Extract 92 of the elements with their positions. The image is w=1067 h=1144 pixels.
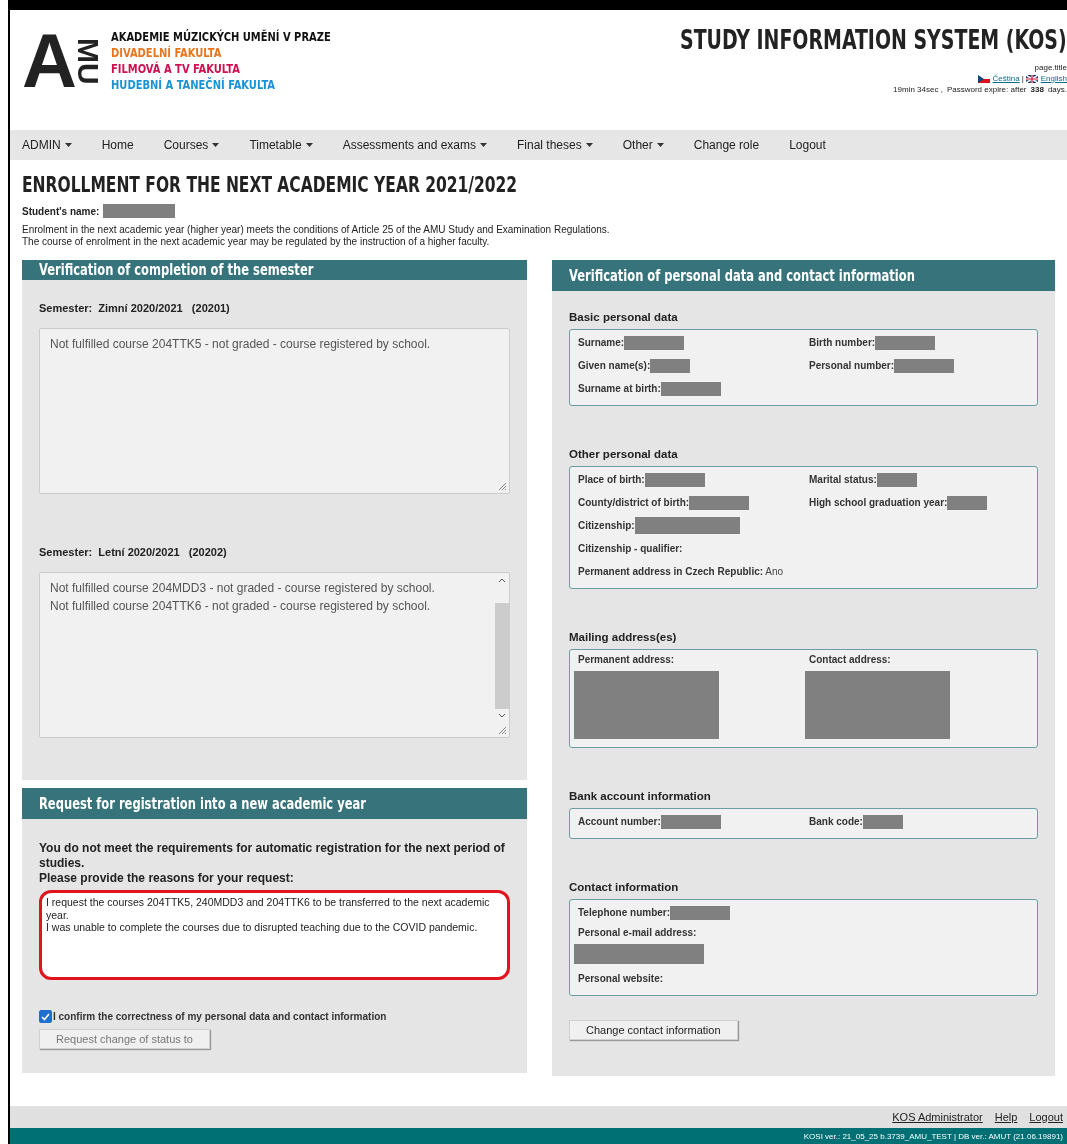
redaction-bar xyxy=(644,472,705,487)
resize-grip-icon[interactable] xyxy=(498,482,507,491)
change-contact-button[interactable]: Change contact information xyxy=(569,1020,738,1040)
redaction-bar xyxy=(894,358,955,373)
nav-item[interactable]: Timetable xyxy=(249,138,328,152)
redaction-bar xyxy=(947,495,988,510)
nav-item[interactable]: ADMIN xyxy=(22,138,87,152)
redaction-bar xyxy=(660,814,721,829)
page-heading: ENROLLMENT FOR THE NEXT ACADEMIC YEAR 2021/2022 xyxy=(22,172,519,198)
logo-letter: A xyxy=(22,29,73,93)
field-label: Place of birth: xyxy=(578,474,645,485)
field-label: Personal website: xyxy=(578,973,664,984)
field-label: Marital status: xyxy=(809,474,877,485)
field-label: Account number: xyxy=(578,816,661,827)
semester-label: Semester: Zimní 2020/2021 (20201) xyxy=(39,302,231,314)
caret-icon xyxy=(212,143,220,147)
caret-icon xyxy=(305,143,313,147)
info-text: The course of enrolment in the next academic year may be regulated by the instruction of a higher faculty. xyxy=(22,236,491,248)
logo-text: AKADEMIE MÚZICKÝCH UMĚNÍ V PRAZE xyxy=(110,29,331,45)
caret-icon xyxy=(585,143,593,147)
nav-item[interactable]: Other xyxy=(622,138,679,152)
system-title: STUDY INFORMATION SYSTEM (KOS) xyxy=(680,24,1067,56)
field-label: County/district of birth: xyxy=(578,497,690,508)
field-label: Birth number: xyxy=(809,337,876,348)
logo-text: DIVADELNÍ FAKULTA xyxy=(110,45,223,61)
semester-label: Semester: Letní 2020/2021 (20202) xyxy=(39,546,228,558)
field-label: Surname at birth: xyxy=(578,383,661,394)
field-label: Citizenship - qualifier: xyxy=(578,543,683,554)
redaction-bar xyxy=(624,335,685,350)
section-title: Mailing address(es) xyxy=(569,631,678,643)
panel-title: Verification of completion of the semester xyxy=(39,260,314,280)
caret-icon xyxy=(656,143,664,147)
separator: | xyxy=(1021,73,1024,84)
field-label: Given name(s): xyxy=(578,360,651,371)
language-link[interactable]: Čeština xyxy=(977,74,1020,83)
section-title: Bank account information xyxy=(569,790,712,802)
caret-icon xyxy=(480,143,487,147)
redaction-bar xyxy=(650,358,691,373)
logo-text: HUDEBNÍ A TANEČNÍ FAKULTA xyxy=(110,77,276,93)
field-label: Citizenship: xyxy=(578,520,635,531)
field-label: Bank code: xyxy=(809,816,863,827)
field-label: Surname: xyxy=(578,337,625,348)
nav-item[interactable]: Logout xyxy=(789,138,841,152)
field-label: Contact address: xyxy=(809,654,891,665)
redaction-bar xyxy=(689,495,750,510)
footer-link[interactable]: Help xyxy=(994,1111,1018,1123)
section-title: Contact information xyxy=(569,881,680,893)
message-text: Not fulfilled course 204TTK6 - not graded - course registered by school. xyxy=(50,599,432,613)
checkbox[interactable] xyxy=(39,1010,52,1023)
redaction-bar xyxy=(862,814,903,829)
field-label: Telephone number: xyxy=(578,907,671,918)
nav-item[interactable]: Final theses xyxy=(517,138,608,152)
redaction-bar xyxy=(670,905,731,920)
caret-icon xyxy=(64,143,72,147)
field-label: Permanent address: xyxy=(578,654,675,665)
footer-link[interactable]: Logout xyxy=(1029,1111,1063,1123)
redaction-bar xyxy=(660,381,721,396)
checkbox-label: I confirm the correctness of my personal data and contact information xyxy=(53,1011,387,1022)
logo-text: FILMOVÁ A TV FAKULTA xyxy=(110,61,241,77)
password-expiry: Password expire: after xyxy=(946,84,1027,95)
field-value: Ano xyxy=(764,566,784,577)
page-title-key: page.title xyxy=(1034,62,1067,73)
section-title: Other personal data xyxy=(569,448,679,460)
nav-item[interactable]: Home xyxy=(101,138,149,152)
redaction-bar xyxy=(875,335,936,350)
field-label: High school graduation year: xyxy=(809,497,948,508)
flag-icon xyxy=(1025,74,1038,83)
flag-icon xyxy=(977,74,990,83)
nav-item[interactable]: Courses xyxy=(163,138,235,152)
warning-text: You do not meet the requirements for automatic registration for the next period of studies. xyxy=(39,841,506,871)
nav-item[interactable]: Assessments and exams xyxy=(342,138,502,152)
nav-item[interactable]: Change role xyxy=(693,138,775,152)
section-title: Basic personal data xyxy=(569,311,679,323)
language-link[interactable]: English xyxy=(1025,74,1067,83)
field-label: Permanent address in Czech Republic: xyxy=(578,566,764,577)
session-timer: 19min 34sec , xyxy=(893,84,943,95)
field-label: Personal number: xyxy=(809,360,895,371)
panel-title: Request for registration into a new academic year xyxy=(39,793,366,814)
footer-link[interactable]: KOS Administrator xyxy=(892,1111,983,1123)
prompt-text: Please provide the reasons for your request: xyxy=(39,871,295,886)
field-label: Student's name: xyxy=(22,205,100,217)
days-count: 338 xyxy=(1030,84,1044,95)
message-text: Not fulfilled course 204TTK5 - not graded - course registered by school. xyxy=(50,337,432,351)
panel-title: Verification of personal data and contact information xyxy=(569,265,915,286)
field-label: Personal e-mail address: xyxy=(578,927,697,938)
version-text: KOSI ver.: 21_05_25 b.3739_AMU_TEST | DB ver.: AMUT (21.06.19891) xyxy=(803,1131,1063,1141)
resize-grip-icon[interactable] xyxy=(498,726,507,735)
reason-field[interactable]: I request the courses 204TTK5, 240MDD3 and 204TTK6 to be transferred to the next academic year. I was unable to complete the courses due to disrupted teaching due to the COVID pandemic. xyxy=(39,890,510,980)
redaction-bar xyxy=(876,472,917,487)
info-text: Enrolment in the next academic year (higher year) meets the conditions of Article 25 of the AMU Study and Examination Regulations. xyxy=(22,224,611,236)
days-unit: days. xyxy=(1047,84,1067,95)
message-text: Not fulfilled course 204MDD3 - not graded - course registered by school. xyxy=(50,581,436,595)
